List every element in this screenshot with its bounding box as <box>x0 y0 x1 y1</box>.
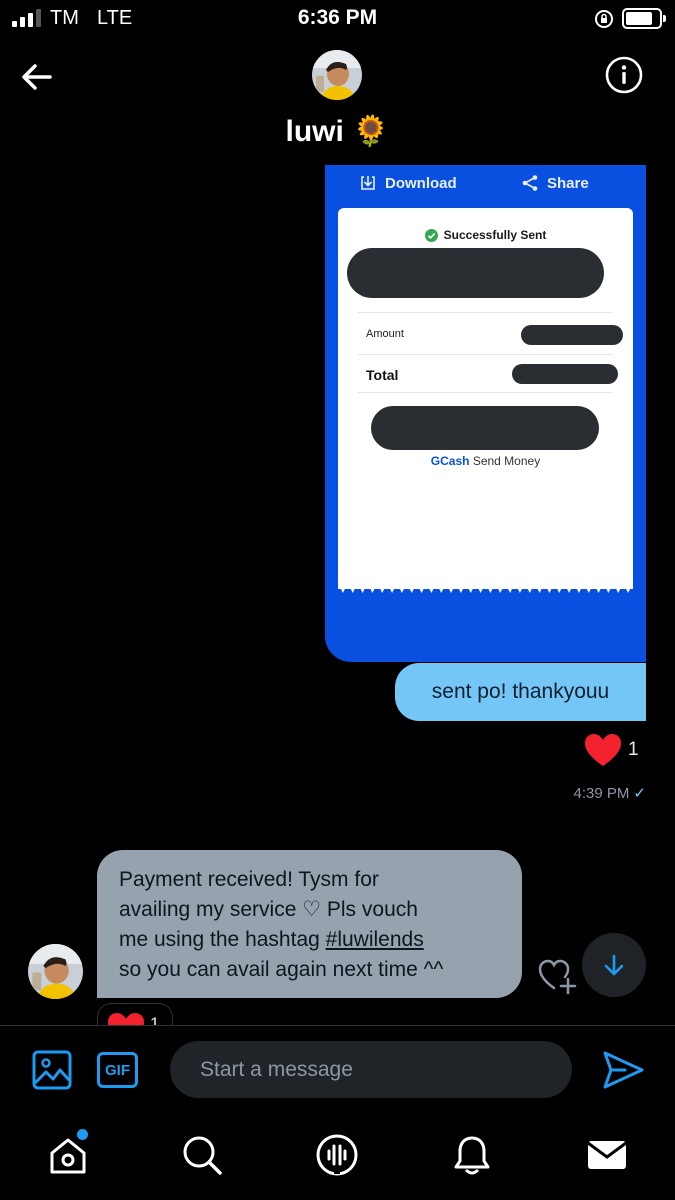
message-reaction[interactable]: 1 <box>97 1003 173 1027</box>
receipt-torn-edge <box>338 583 633 593</box>
receipt-divider <box>358 312 613 313</box>
receipt-image: Successfully Sent Amount Total GCash Sen… <box>338 208 633 589</box>
notifications-icon[interactable] <box>450 1133 494 1177</box>
check-circle-icon <box>424 228 438 242</box>
spaces-icon[interactable] <box>315 1133 359 1177</box>
search-icon[interactable] <box>180 1133 224 1177</box>
received-message-bubble[interactable]: Payment received! Tysm for availing my s… <box>97 850 522 998</box>
redaction-mark <box>512 364 618 384</box>
receipt-status: Successfully Sent <box>338 228 633 242</box>
message-timestamp: 4:39 PM ✓ <box>520 784 646 802</box>
total-label: Total <box>366 367 399 383</box>
redaction-mark <box>371 406 599 450</box>
message-line: Payment received! Tysm for <box>119 868 379 891</box>
receipt-footer: GCash Send Money <box>338 454 633 468</box>
message-reaction[interactable]: 1 <box>584 733 639 767</box>
avatar-image <box>312 50 362 100</box>
notification-dot <box>77 1129 88 1140</box>
message-composer: GIF <box>0 1025 675 1115</box>
status-bar: TM LTE 6:36 PM <box>0 0 675 38</box>
receipt-status-text: Successfully Sent <box>443 228 547 242</box>
share-button[interactable]: Share <box>521 174 589 192</box>
scroll-to-bottom-button[interactable] <box>582 933 646 997</box>
message-line: availing my service ♡ Pls vouch <box>119 898 418 921</box>
avatar[interactable] <box>312 50 362 100</box>
arrow-down-icon <box>604 954 624 976</box>
message-line: me using the hashtag #luwilends <box>119 925 502 955</box>
messages-icon[interactable] <box>585 1133 629 1177</box>
receipt-card-message[interactable]: Download Share Successfully Sent Amount … <box>325 165 646 662</box>
gif-button[interactable]: GIF <box>97 1052 138 1088</box>
avatar-image <box>28 944 83 999</box>
receipt-divider <box>358 354 613 355</box>
redaction-mark <box>521 325 623 345</box>
conversation-header: luwi 🌻 <box>0 40 675 165</box>
gcash-brand: GCash <box>430 454 470 468</box>
sender-avatar[interactable] <box>28 944 83 999</box>
amount-label: Amount <box>366 328 404 340</box>
download-icon <box>361 176 375 190</box>
info-button[interactable] <box>604 55 644 95</box>
download-button[interactable]: Download <box>359 174 457 192</box>
read-receipt-icon: ✓ <box>633 785 646 802</box>
send-button[interactable] <box>601 1048 645 1092</box>
share-icon <box>522 175 538 191</box>
timestamp-text: 4:39 PM <box>573 785 630 802</box>
battery-icon <box>622 8 666 29</box>
message-line-text: me using the hashtag <box>119 928 326 951</box>
add-reaction-button[interactable] <box>537 955 579 995</box>
send-money-text: Send Money <box>472 454 541 468</box>
hashtag-link[interactable]: #luwilends <box>326 928 424 951</box>
message-line: so you can avail again next time ^^ <box>119 958 444 981</box>
bottom-navigation <box>0 1115 675 1200</box>
download-label: Download <box>385 174 457 192</box>
image-button[interactable] <box>32 1050 72 1090</box>
status-time: 6:36 PM <box>297 6 378 29</box>
rotation-lock-icon <box>595 10 613 28</box>
share-label: Share <box>547 174 589 192</box>
message-input[interactable] <box>170 1041 572 1098</box>
sent-message-bubble[interactable]: sent po! thankyouu <box>395 663 646 721</box>
receipt-divider <box>358 392 613 393</box>
redaction-mark <box>347 248 604 298</box>
contact-name[interactable]: luwi 🌻 <box>0 114 675 149</box>
sent-message-text: sent po! thankyouu <box>431 680 610 703</box>
card-actions: Download Share <box>325 165 646 207</box>
back-button[interactable] <box>18 58 56 96</box>
reaction-count: 1 <box>628 739 639 760</box>
heart-icon <box>585 734 621 766</box>
